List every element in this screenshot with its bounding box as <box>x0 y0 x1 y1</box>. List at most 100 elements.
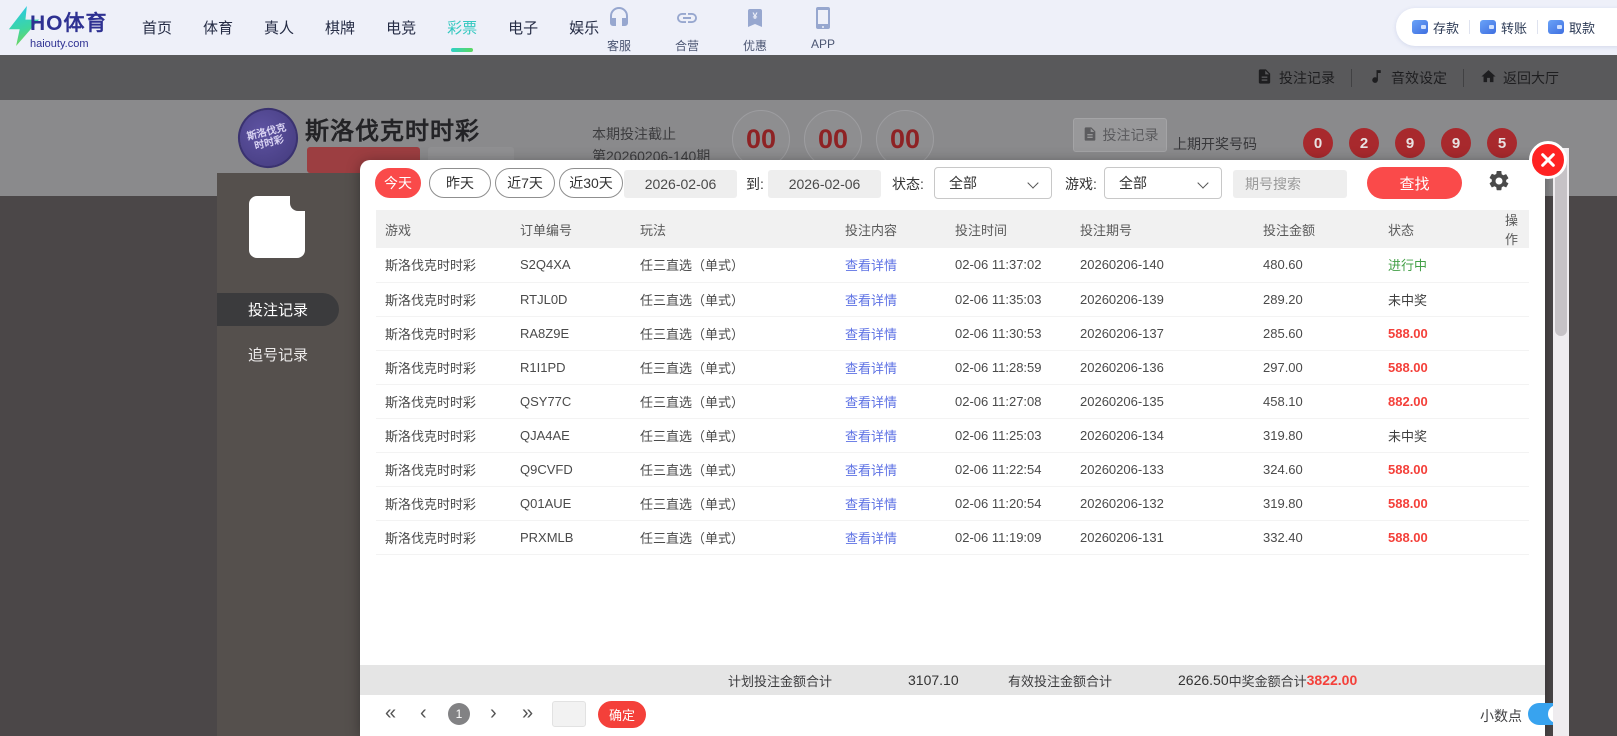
view-detail-link[interactable]: 查看详情 <box>845 531 897 546</box>
column-header: 游戏 <box>376 210 511 248</box>
status-text: 588.00 <box>1388 326 1428 341</box>
search-button[interactable]: 查找 <box>1367 167 1462 199</box>
cell-game: 斯洛伐克时时彩 <box>376 418 511 452</box>
quick-date-pill[interactable]: 今天 <box>375 168 421 198</box>
bet-records-modal: 今天昨天近7天近30天 到: 状态: 全部 游戏: 全部 查找 游戏订单编号玩法… <box>360 160 1545 736</box>
cell-time: 02-06 11:28:59 <box>946 350 1071 384</box>
period-search-input[interactable] <box>1233 170 1347 198</box>
order-code-link[interactable]: PRXMLB <box>511 520 631 554</box>
home-icon <box>1480 68 1497 88</box>
wallet-actions-bar: 存款 转账 取款 <box>1396 8 1617 46</box>
prev-page-button[interactable]: ‹ <box>420 702 427 725</box>
nav-menu-item[interactable]: 真人 <box>262 0 296 55</box>
order-code-link[interactable]: RTJL0D <box>511 282 631 316</box>
withdraw-button[interactable]: 取款 <box>1548 18 1595 37</box>
main-menu: 首页体育真人棋牌电竞彩票电子娱乐 <box>140 0 601 55</box>
nav-menu-item[interactable]: 首页 <box>140 0 174 55</box>
cell-amount: 297.00 <box>1254 350 1379 384</box>
cell-period: 20260206-137 <box>1071 316 1254 350</box>
status-select-value: 全部 <box>949 173 977 193</box>
withdraw-label: 取款 <box>1569 18 1595 37</box>
order-code-link[interactable]: QJA4AE <box>511 418 631 452</box>
table-row: 斯洛伐克时时彩 S2Q4XA 任三直选（单式） 查看详情 02-06 11:37… <box>376 248 1529 282</box>
total-pair: 中奖金额合计 3822.00 <box>1229 671 1358 690</box>
promotions-button[interactable]: ¥ 优惠 <box>732 6 778 54</box>
view-detail-link[interactable]: 查看详情 <box>845 361 897 376</box>
quick-date-pill[interactable]: 近7天 <box>495 168 555 198</box>
partnership-button[interactable]: 合营 <box>664 6 710 54</box>
current-page-badge[interactable]: 1 <box>448 703 470 725</box>
deposit-button[interactable]: 存款 <box>1412 18 1459 37</box>
order-code-link[interactable]: RA8Z9E <box>511 316 631 350</box>
close-modal-button[interactable] <box>1529 141 1567 179</box>
sidebar-item[interactable]: 投注记录 <box>217 293 339 326</box>
status-text: 未中奖 <box>1388 429 1427 444</box>
cell-play: 任三直选（单式） <box>631 486 836 520</box>
column-header: 投注金额 <box>1254 210 1379 248</box>
userbar-links: 投注记录 音效设定 返回大厅 <box>1240 55 1575 100</box>
last-page-button[interactable]: » <box>522 702 533 725</box>
bet-record-label: 投注记录 <box>1279 68 1335 88</box>
cell-play: 任三直选（单式） <box>631 452 836 486</box>
status-text: 未中奖 <box>1388 293 1427 308</box>
first-page-button[interactable]: « <box>385 702 396 725</box>
nav-menu-item[interactable]: 电子 <box>506 0 540 55</box>
table-row: 斯洛伐克时时彩 Q9CVFD 任三直选（单式） 查看详情 02-06 11:22… <box>376 452 1529 486</box>
sidebar-item[interactable]: 追号记录 <box>217 338 339 371</box>
transfer-label: 转账 <box>1501 18 1527 37</box>
music-note-icon <box>1368 68 1385 88</box>
transfer-button[interactable]: 转账 <box>1480 18 1527 37</box>
page-confirm-button[interactable]: 确定 <box>598 701 646 728</box>
view-detail-link[interactable]: 查看详情 <box>845 395 897 410</box>
customer-service-button[interactable]: 客服 <box>596 6 642 54</box>
back-to-lobby-link[interactable]: 返回大厅 <box>1464 68 1575 88</box>
game-select[interactable]: 全部 <box>1104 167 1222 199</box>
order-code-link[interactable]: R1I1PD <box>511 350 631 384</box>
order-code-link[interactable]: Q01AUE <box>511 486 631 520</box>
next-page-button[interactable]: › <box>490 702 497 725</box>
status-select[interactable]: 全部 <box>934 167 1052 199</box>
view-detail-link[interactable]: 查看详情 <box>845 497 897 512</box>
view-detail-link[interactable]: 查看详情 <box>845 327 897 342</box>
view-detail-link[interactable]: 查看详情 <box>845 429 897 444</box>
cell-play: 任三直选（单式） <box>631 248 836 282</box>
scrollbar-thumb[interactable] <box>1555 156 1567 336</box>
date-to-input[interactable] <box>768 170 881 198</box>
view-detail-link[interactable]: 查看详情 <box>845 293 897 308</box>
status-text: 进行中 <box>1388 258 1427 273</box>
cell-time: 02-06 11:19:09 <box>946 520 1071 554</box>
date-from-input[interactable] <box>624 170 737 198</box>
order-code-link[interactable]: Q9CVFD <box>511 452 631 486</box>
scrollbar-track[interactable] <box>1553 148 1569 736</box>
order-code-link[interactable]: S2Q4XA <box>511 248 631 282</box>
bet-record-link[interactable]: 投注记录 <box>1240 68 1351 88</box>
decimal-point-label: 小数点 <box>1480 706 1522 726</box>
view-detail-link[interactable]: 查看详情 <box>845 258 897 273</box>
cell-time: 02-06 11:30:53 <box>946 316 1071 350</box>
nav-menu-item[interactable]: 彩票 <box>445 0 479 55</box>
table-row: 斯洛伐克时时彩 Q01AUE 任三直选（单式） 查看详情 02-06 11:20… <box>376 486 1529 520</box>
gear-icon[interactable] <box>1487 169 1511 198</box>
table-row: 斯洛伐克时时彩 PRXMLB 任三直选（单式） 查看详情 02-06 11:19… <box>376 520 1529 554</box>
order-code-link[interactable]: QSY77C <box>511 384 631 418</box>
page-jump-input[interactable] <box>552 701 586 727</box>
total-pair: 有效投注金额合计 2626.50 <box>1008 671 1229 690</box>
cell-amount: 319.80 <box>1254 486 1379 520</box>
sound-settings-label: 音效设定 <box>1391 68 1447 88</box>
total-label: 中奖金额合计 <box>1229 671 1307 690</box>
nav-menu-item[interactable]: 棋牌 <box>323 0 357 55</box>
sound-settings-link[interactable]: 音效设定 <box>1352 68 1463 88</box>
deadline-label: 本期投注截止 <box>592 124 676 144</box>
view-detail-link[interactable]: 查看详情 <box>845 463 897 478</box>
last-draw-numbers: 02995 <box>1303 128 1517 158</box>
quick-date-pill[interactable]: 近30天 <box>559 168 623 198</box>
app-download-button[interactable]: APP <box>800 6 846 54</box>
nav-menu-item[interactable]: 电竞 <box>384 0 418 55</box>
brand-logo[interactable]: HO体育 haiouty.com <box>30 7 108 50</box>
bet-record-button[interactable]: 投注记录 <box>1073 118 1167 152</box>
quick-date-pill[interactable]: 昨天 <box>429 168 491 198</box>
nav-menu-item[interactable]: 体育 <box>201 0 235 55</box>
table-row: 斯洛伐克时时彩 QJA4AE 任三直选（单式） 查看详情 02-06 11:25… <box>376 418 1529 452</box>
cell-time: 02-06 11:22:54 <box>946 452 1071 486</box>
table-body: 斯洛伐克时时彩 S2Q4XA 任三直选（单式） 查看详情 02-06 11:37… <box>376 248 1529 554</box>
